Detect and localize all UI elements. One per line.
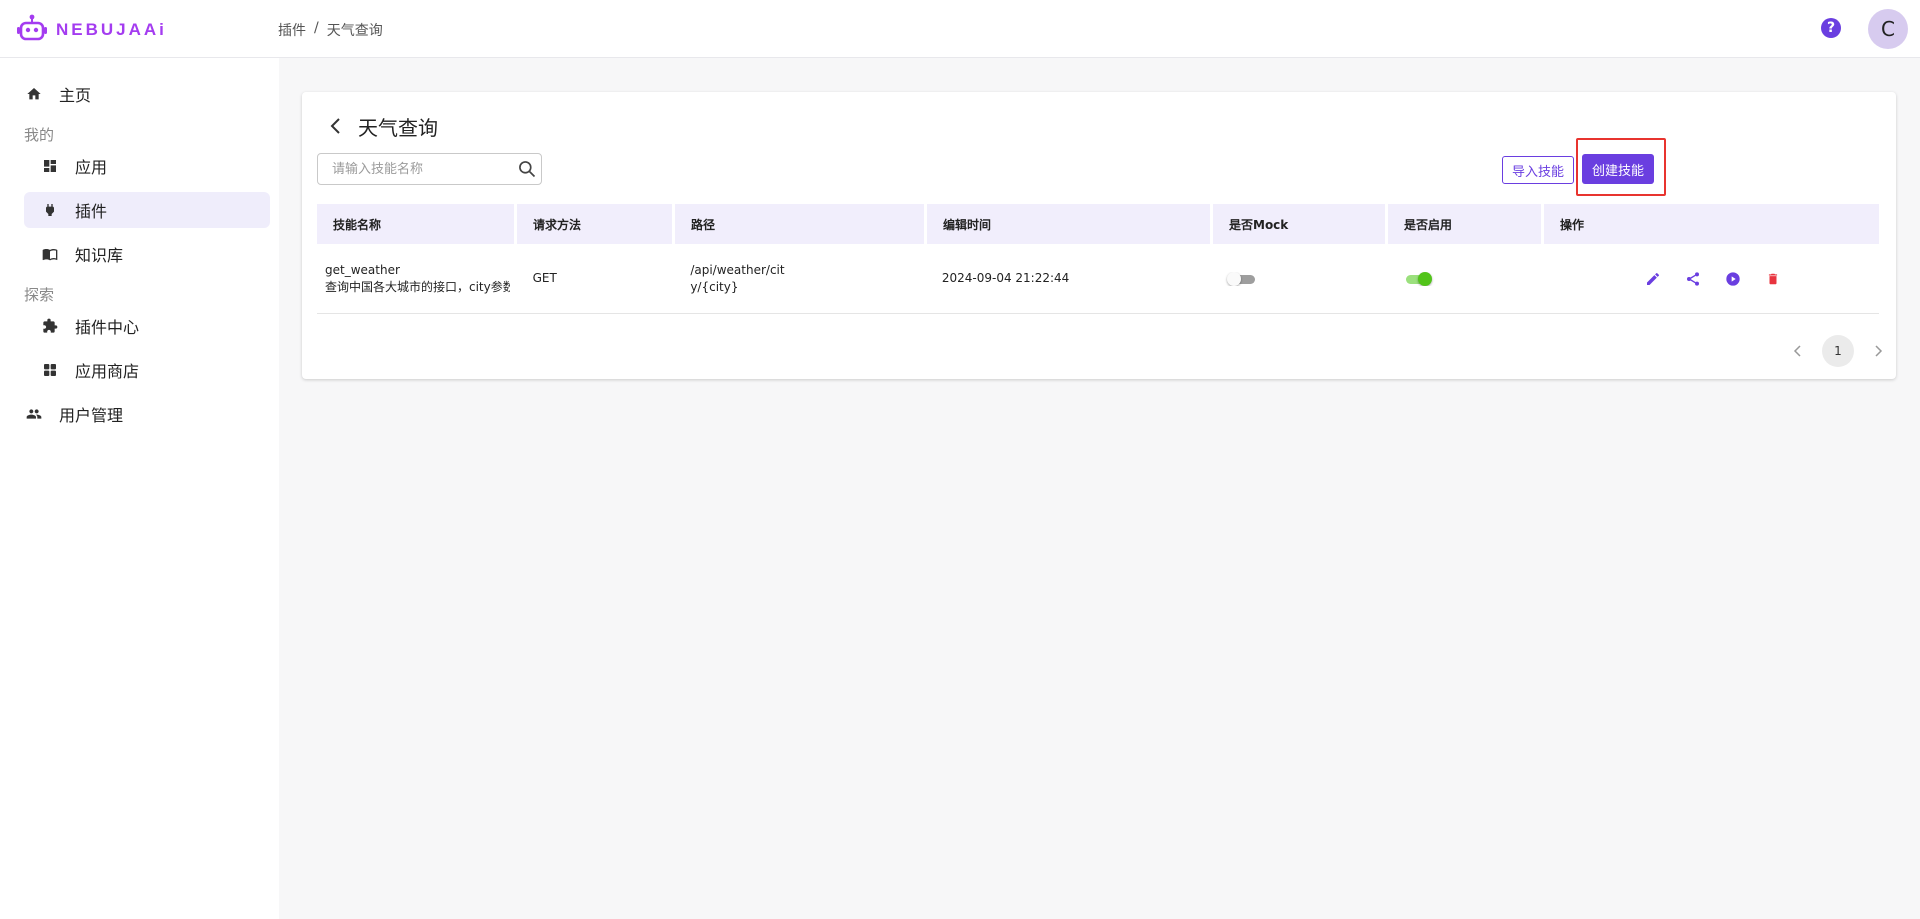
- skill-name: get_weather: [325, 262, 400, 277]
- puzzle-icon: [41, 317, 59, 335]
- breadcrumb-separator: /: [314, 20, 319, 36]
- import-skill-button[interactable]: 导入技能: [1502, 156, 1574, 184]
- sidebar-section-explore: 探索: [24, 286, 55, 304]
- toggle-knob: [1227, 271, 1242, 286]
- sidebar-item-label: 知识库: [75, 246, 124, 265]
- sidebar-item-plugins[interactable]: 插件: [24, 192, 270, 228]
- method-cell: GET: [532, 271, 557, 285]
- create-skill-button[interactable]: 创建技能: [1582, 154, 1654, 184]
- people-icon: [25, 405, 43, 423]
- sidebar-item-label: 插件中心: [75, 318, 140, 337]
- sidebar-item-label: 插件: [75, 202, 108, 221]
- edit-icon[interactable]: [1643, 269, 1663, 289]
- breadcrumb: 插件 / 天气查询: [278, 20, 383, 40]
- path-cell: /api/weather/cit y/{city}: [674, 262, 923, 296]
- column-header-edited: 编辑时间: [927, 204, 1210, 244]
- brand-name: NEBUJAAi: [56, 20, 167, 39]
- delete-icon[interactable]: [1763, 269, 1783, 289]
- column-header-actions: 操作: [1544, 204, 1879, 244]
- path-line-1: /api/weather/cit: [690, 262, 785, 277]
- help-icon[interactable]: ?: [1821, 18, 1841, 38]
- enabled-cell: [1386, 271, 1539, 286]
- skill-description: 查询中国各大城市的接口，city参数: [325, 279, 510, 294]
- sidebar-item-label: 主页: [59, 86, 92, 105]
- grid-icon: [41, 361, 59, 379]
- dashboard-icon: [41, 157, 59, 175]
- main-content: 天气查询 导入技能 创建技能 技能名称 请求方法 路径 编辑时间 是否Mock …: [279, 58, 1920, 919]
- skill-name-cell: get_weather 查询中国各大城市的接口，city参数: [317, 262, 514, 296]
- play-icon[interactable]: [1723, 269, 1743, 289]
- prev-page-icon[interactable]: [1784, 337, 1812, 365]
- enabled-toggle[interactable]: [1402, 271, 1432, 286]
- actions-cell: [1542, 269, 1876, 289]
- brand-logo[interactable]: NEBUJAAi: [16, 14, 167, 46]
- search-icon[interactable]: [513, 159, 541, 179]
- table-row: get_weather 查询中国各大城市的接口，city参数 GET /api/…: [317, 244, 1879, 314]
- sidebar-section-mine: 我的: [24, 126, 55, 144]
- share-icon[interactable]: [1683, 269, 1703, 289]
- robot-logo-icon: [16, 14, 48, 46]
- sidebar-item-label: 用户管理: [59, 406, 124, 425]
- plug-icon: [41, 201, 59, 219]
- book-icon: [41, 245, 59, 263]
- top-bar: NEBUJAAi 插件 / 天气查询 ? C: [0, 0, 1920, 58]
- next-page-icon[interactable]: [1864, 337, 1892, 365]
- mock-toggle[interactable]: [1227, 271, 1257, 286]
- skills-table: 技能名称 请求方法 路径 编辑时间 是否Mock 是否启用 操作 get_wea…: [317, 204, 1879, 314]
- avatar[interactable]: C: [1868, 9, 1908, 49]
- column-header-mock: 是否Mock: [1213, 204, 1385, 244]
- sidebar: 主页 我的 应用 插件 知识库 探索 插件中心 应用商店 用户管理: [0, 58, 279, 919]
- mock-cell: [1211, 271, 1383, 286]
- sidebar-item-apps[interactable]: 应用: [24, 148, 270, 184]
- skill-search-input[interactable]: [318, 154, 513, 184]
- breadcrumb-current: 天气查询: [326, 23, 383, 39]
- column-header-name: 技能名称: [317, 204, 514, 244]
- sidebar-item-user-management[interactable]: 用户管理: [24, 396, 270, 432]
- home-icon: [25, 85, 43, 103]
- sidebar-item-plugin-center[interactable]: 插件中心: [24, 308, 270, 344]
- sidebar-item-knowledge[interactable]: 知识库: [24, 236, 270, 272]
- sidebar-item-app-store[interactable]: 应用商店: [24, 352, 270, 388]
- column-header-enabled: 是否启用: [1388, 204, 1541, 244]
- sidebar-item-label: 应用商店: [75, 362, 140, 381]
- table-header: 技能名称 请求方法 路径 编辑时间 是否Mock 是否启用 操作: [317, 204, 1879, 244]
- toggle-knob: [1417, 271, 1432, 286]
- column-header-method: 请求方法: [517, 204, 672, 244]
- page-title: 天气查询: [358, 116, 438, 140]
- column-header-path: 路径: [675, 204, 924, 244]
- breadcrumb-plugins[interactable]: 插件: [278, 20, 306, 40]
- sidebar-item-label: 应用: [75, 158, 108, 177]
- edited-time-cell: 2024-09-04 21:22:44: [941, 271, 1070, 285]
- sidebar-item-home[interactable]: 主页: [24, 76, 270, 112]
- path-line-2: y/{city}: [690, 279, 739, 294]
- plugin-detail-card: 天气查询 导入技能 创建技能 技能名称 请求方法 路径 编辑时间 是否Mock …: [302, 92, 1896, 379]
- page-number-current[interactable]: 1: [1822, 335, 1854, 367]
- pagination: 1: [1784, 335, 1892, 367]
- skill-search-box: [317, 153, 542, 185]
- back-arrow-icon[interactable]: [324, 114, 348, 138]
